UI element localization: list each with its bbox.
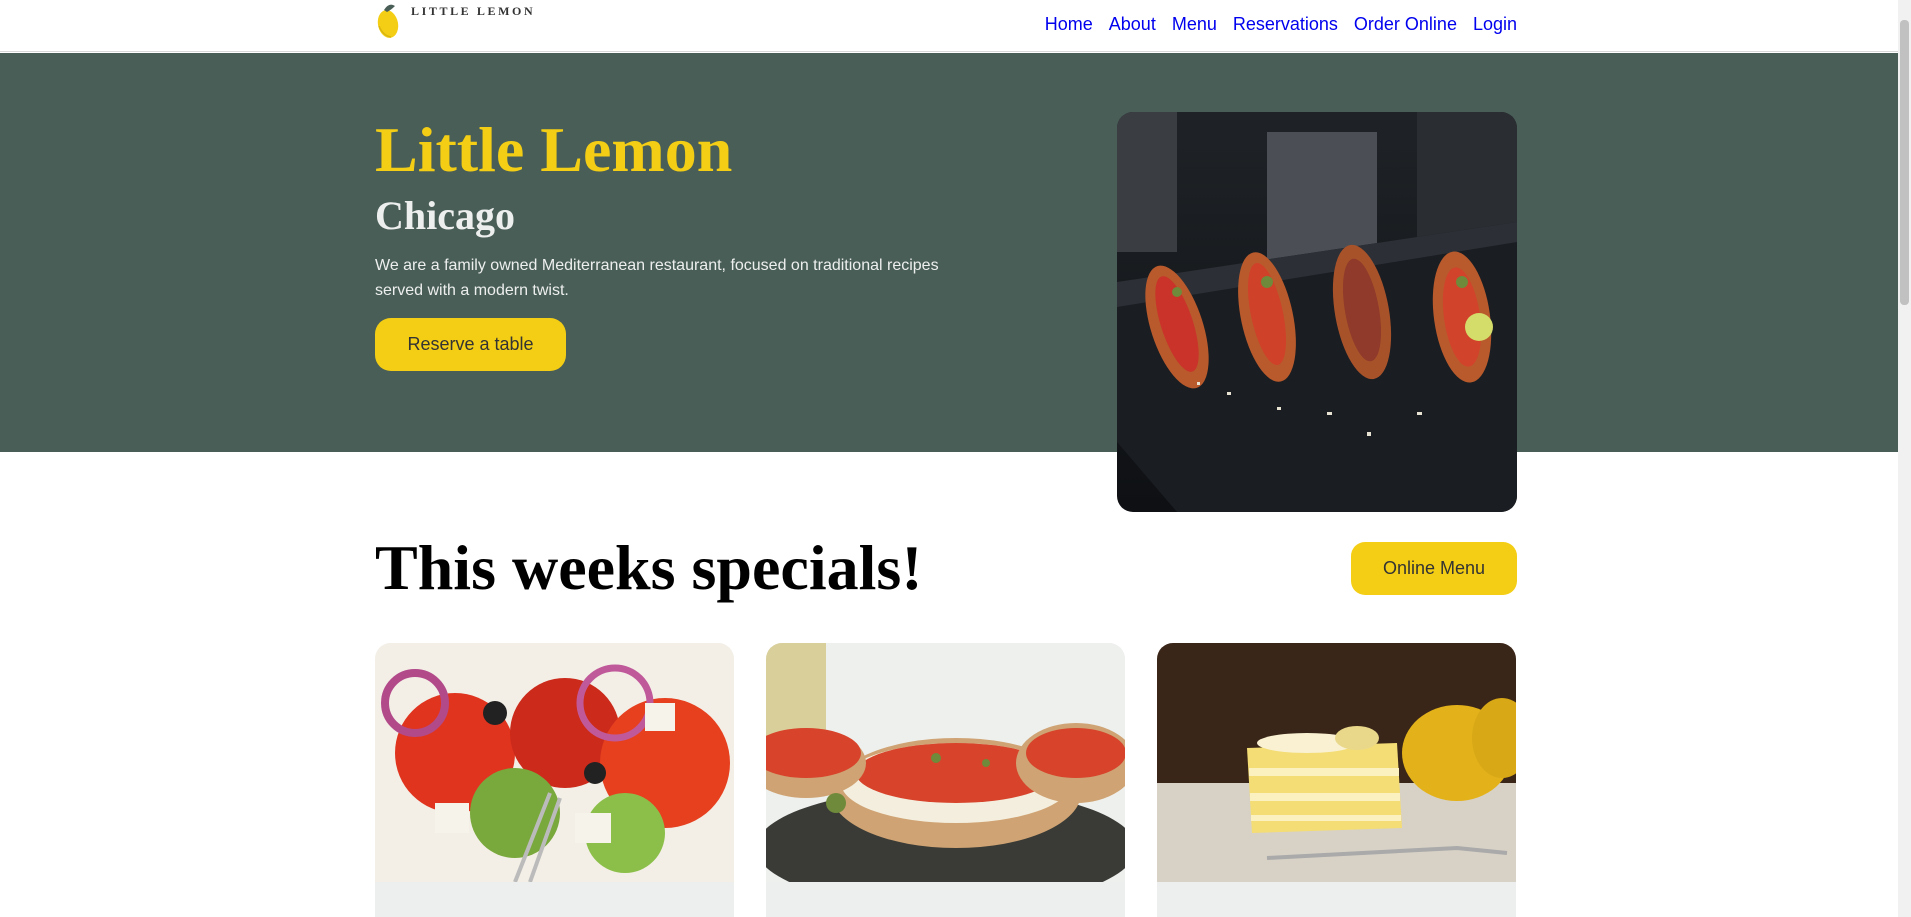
hero-description: We are a family owned Mediterranean rest… xyxy=(375,257,939,299)
bruschetta-image xyxy=(766,643,1125,882)
special-card[interactable] xyxy=(766,643,1125,917)
nav-link-menu[interactable]: Menu xyxy=(1172,14,1217,35)
nav-link-home[interactable]: Home xyxy=(1045,14,1093,35)
lemon-logo-icon xyxy=(377,4,399,38)
specials-title: This weeks specials! xyxy=(375,532,923,603)
logo-wordmark: LITTLE LEMON xyxy=(411,3,536,18)
nav-link-login[interactable]: Login xyxy=(1473,14,1517,35)
site-header: LITTLE LEMON Home About Menu Reservation… xyxy=(0,0,1898,52)
site-logo[interactable]: LITTLE LEMON xyxy=(375,0,535,40)
bruschetta-platter-image xyxy=(1117,112,1517,512)
special-card[interactable] xyxy=(1157,643,1516,917)
main-nav: Home About Menu Reservations Order Onlin… xyxy=(1045,14,1517,35)
card-body xyxy=(766,882,1125,917)
nav-link-order-online[interactable]: Order Online xyxy=(1354,14,1457,35)
lemon-dessert-image xyxy=(1157,643,1516,882)
special-card[interactable] xyxy=(375,643,734,917)
page-scrollbar[interactable] xyxy=(1898,0,1911,917)
hero-image xyxy=(1117,112,1517,512)
nav-link-reservations[interactable]: Reservations xyxy=(1233,14,1338,35)
hero-section: Little Lemon Chicago We are a family own… xyxy=(0,53,1898,452)
reserve-table-button[interactable]: Reserve a table xyxy=(375,318,566,371)
card-body xyxy=(1157,882,1516,917)
nav-link-about[interactable]: About xyxy=(1109,14,1156,35)
online-menu-button[interactable]: Online Menu xyxy=(1351,542,1517,595)
hero-title: Little Lemon xyxy=(375,114,733,185)
hero-subtitle: Chicago xyxy=(375,193,515,238)
greek-salad-image xyxy=(375,643,734,882)
scrollbar-thumb[interactable] xyxy=(1900,20,1909,305)
card-body xyxy=(375,882,734,917)
